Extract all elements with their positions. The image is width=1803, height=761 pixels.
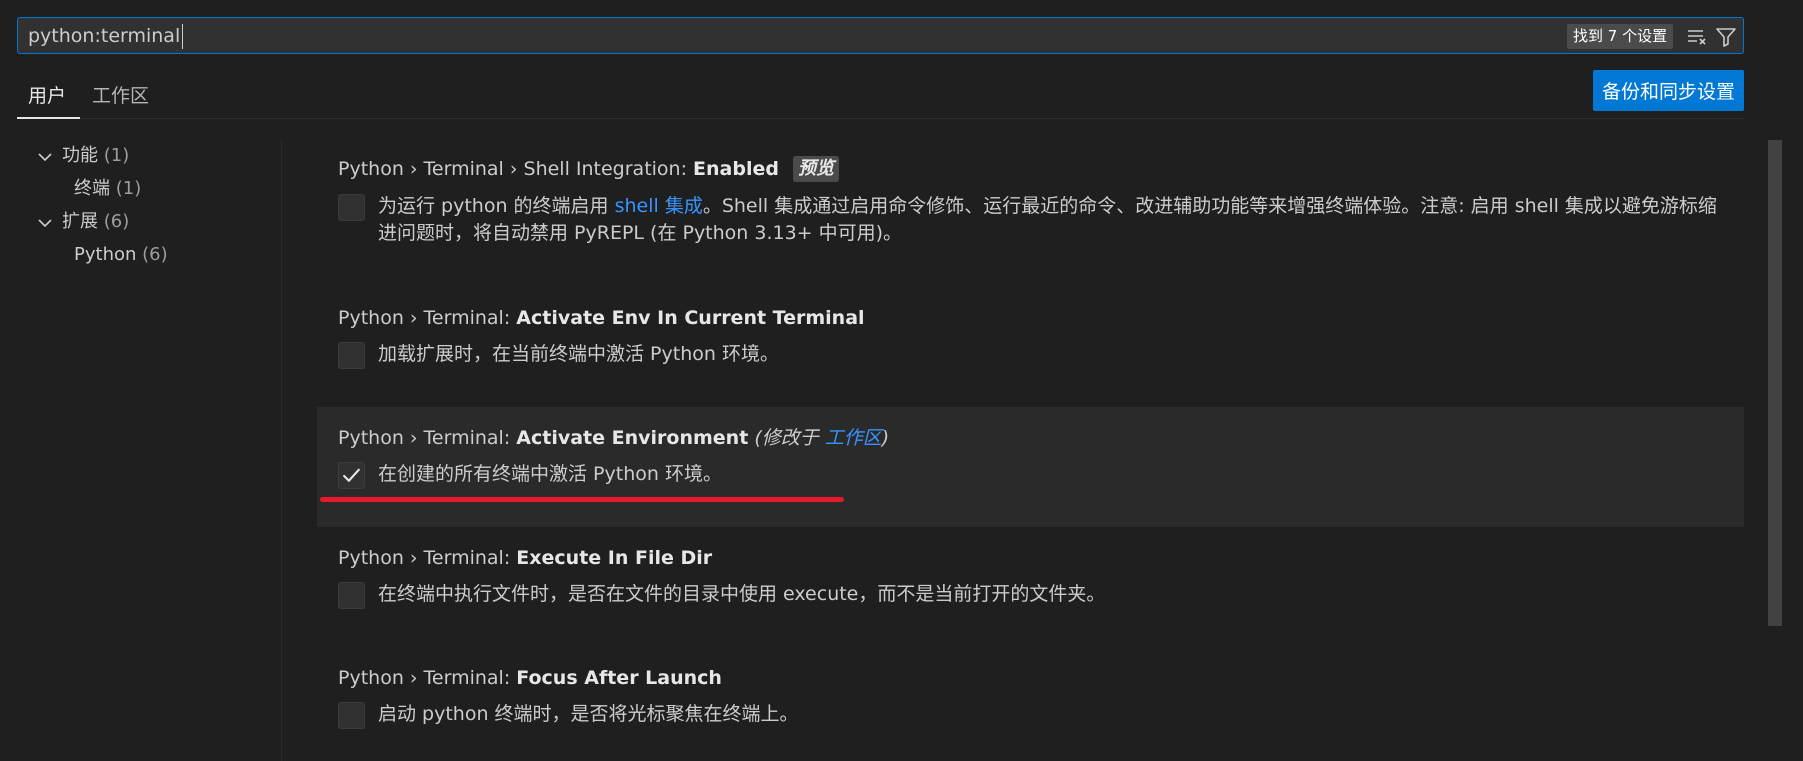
tabs-divider [17, 118, 1744, 119]
setting-description: 为运行 python 的终端启用 shell 集成。Shell 集成通过启用命令… [378, 193, 1738, 247]
setting-name: Activate Environment [516, 427, 749, 449]
description-text: 为运行 python 的终端启用 [378, 195, 615, 217]
chevron-down-icon[interactable] [37, 215, 53, 231]
toc-item-terminal[interactable]: 终端 (1) [74, 177, 141, 201]
setting-description: 启动 python 终端时，是否将光标聚焦在终端上。 [378, 703, 799, 725]
setting-title: Python › Terminal: Activate Environment … [338, 426, 889, 450]
setting-checkbox[interactable] [338, 582, 365, 609]
modified-suffix: ) [881, 427, 890, 449]
checkmark-icon [343, 468, 360, 482]
setting-category: Python › Terminal: [338, 547, 517, 569]
backup-sync-settings-button[interactable]: 备份和同步设置 [1593, 70, 1744, 111]
setting-name: Activate Env In Current Terminal [516, 307, 865, 329]
preview-badge: 预览 [793, 156, 840, 182]
setting-category: Python › Terminal: [338, 667, 517, 689]
tab-user[interactable]: 用户 [28, 84, 66, 108]
toc-item-label: Python [74, 244, 137, 265]
toc-item-features[interactable]: 功能 (1) [62, 144, 129, 168]
text-caret [182, 24, 183, 49]
toc-item-label: 终端 [74, 178, 110, 199]
active-tab-indicator [17, 117, 80, 119]
setting-name: Execute In File Dir [516, 547, 713, 569]
setting-activate-environment: Python › Terminal: Activate Environment … [317, 407, 1744, 527]
modified-prefix: (修改于 [754, 427, 825, 449]
setting-category: Python › Terminal: [338, 427, 517, 449]
description-text: 进问题时，将自动禁用 PyREPL (在 Python 3.13+ 中可用)。 [378, 222, 903, 244]
toc-item-count: (6) [142, 244, 168, 265]
shell-integration-link[interactable]: shell 集成 [615, 195, 703, 217]
setting-name: Enabled [693, 158, 779, 180]
setting-checkbox[interactable] [338, 342, 365, 369]
setting-title: Python › Terminal: Execute In File Dir [338, 546, 712, 570]
setting-description: 加载扩展时，在当前终端中激活 Python 环境。 [378, 343, 779, 365]
tab-workspace[interactable]: 工作区 [92, 84, 149, 108]
setting-title: Python › Terminal › Shell Integration: E… [338, 156, 840, 182]
toc-item-label: 功能 [62, 145, 98, 166]
modified-scope-link[interactable]: 工作区 [825, 427, 882, 449]
scrollbar-thumb[interactable] [1768, 140, 1782, 626]
setting-activate-env-in-current-terminal: Python › Terminal: Activate Env In Curre… [317, 290, 1744, 390]
modified-indicator: (修改于 工作区) [754, 427, 889, 449]
toc-item-count: (1) [103, 145, 130, 166]
settings-search-bar[interactable]: 找到 7 个设置 [17, 17, 1744, 54]
description-text: 。Shell 集成通过启用命令修饰、运行最近的命令、改进辅助功能等来增强终端体验… [702, 195, 1717, 217]
setting-category: Python › Terminal: [338, 307, 517, 329]
result-count-badge: 找到 7 个设置 [1567, 24, 1674, 49]
red-underline-annotation [320, 497, 844, 502]
setting-name: Focus After Launch [516, 667, 722, 689]
toc-item-python[interactable]: Python (6) [74, 243, 168, 267]
setting-checkbox[interactable] [338, 702, 365, 729]
setting-shell-integration-enabled: Python › Terminal › Shell Integration: E… [317, 142, 1744, 272]
setting-title: Python › Terminal: Focus After Launch [338, 666, 722, 690]
setting-category: Python › Terminal › Shell Integration: [338, 158, 694, 180]
setting-description: 在创建的所有终端中激活 Python 环境。 [378, 463, 722, 485]
chevron-down-icon[interactable] [37, 149, 53, 165]
toc-item-extensions[interactable]: 扩展 (6) [62, 210, 129, 234]
toc-divider [281, 140, 282, 761]
search-input[interactable] [28, 18, 1328, 53]
setting-checkbox[interactable] [338, 462, 365, 489]
setting-description: 在终端中执行文件时，是否在文件的目录中使用 execute，而不是当前打开的文件… [378, 583, 1106, 605]
setting-title: Python › Terminal: Activate Env In Curre… [338, 306, 865, 330]
setting-execute-in-file-dir: Python › Terminal: Execute In File Dir 在… [317, 540, 1744, 640]
toc-item-count: (1) [115, 178, 142, 199]
filter-icon[interactable] [1713, 24, 1739, 50]
setting-checkbox[interactable] [338, 194, 365, 221]
toc-item-count: (6) [103, 211, 130, 232]
clear-filter-icon[interactable] [1684, 24, 1710, 50]
setting-focus-after-launch: Python › Terminal: Focus After Launch 启动… [317, 660, 1744, 760]
toc-item-label: 扩展 [62, 211, 98, 232]
